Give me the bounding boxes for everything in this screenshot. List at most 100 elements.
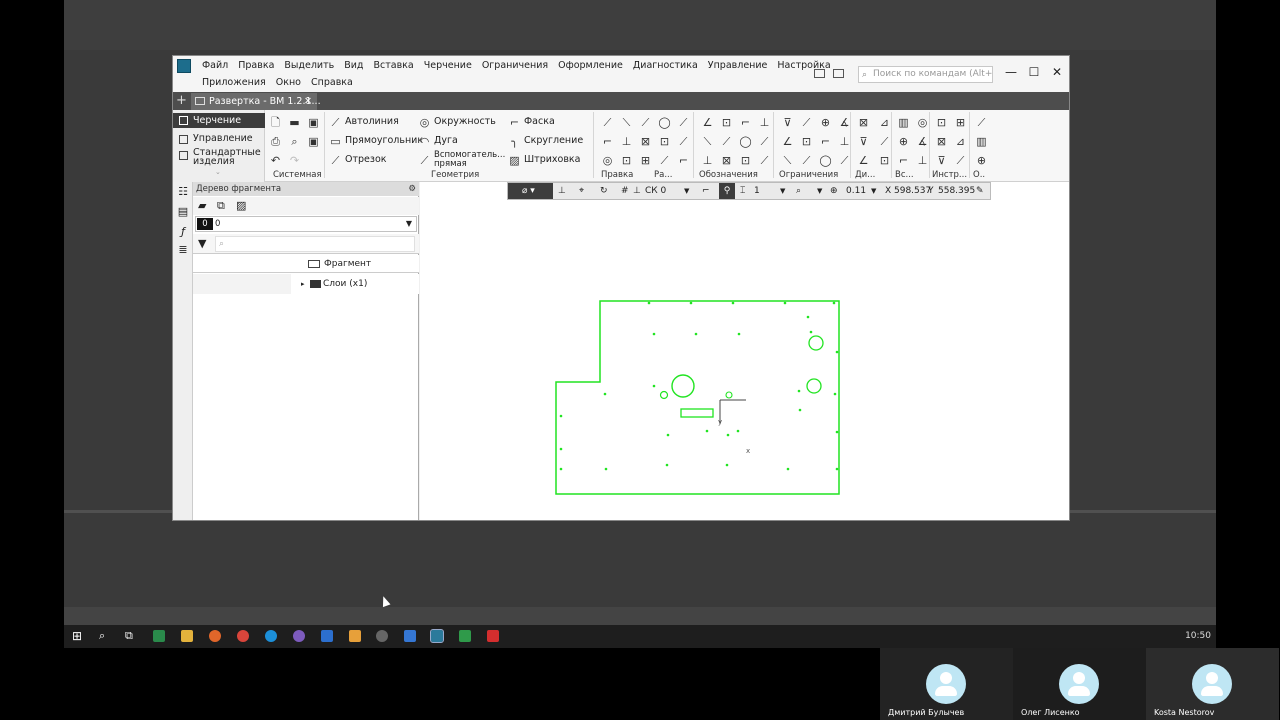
- print-icon[interactable]: ⎙: [269, 135, 282, 148]
- ribbon-tool-icon[interactable]: ⊞: [954, 116, 967, 129]
- ribbon-tool-icon[interactable]: ⟋: [601, 116, 614, 129]
- ribbon-tool-icon[interactable]: ⊞: [639, 154, 652, 167]
- arc-button[interactable]: Дуга: [434, 135, 458, 147]
- ribbon-tool-icon[interactable]: ⟋: [677, 135, 690, 148]
- gear-icon[interactable]: ⚙: [408, 182, 416, 196]
- ribbon-tool-icon[interactable]: ⊡: [878, 154, 891, 167]
- coordinate-system-select[interactable]: СК 0: [645, 183, 666, 199]
- circle-button[interactable]: Окружность: [434, 116, 496, 128]
- open-folder-icon[interactable]: ▬: [288, 116, 301, 129]
- rectangle-button[interactable]: Прямоугольник: [345, 135, 423, 147]
- ribbon-tool-icon[interactable]: ⊽: [781, 116, 794, 129]
- tree-root-node[interactable]: Фрагмент: [193, 255, 419, 273]
- ribbon-tool-icon[interactable]: ⟋: [800, 154, 813, 167]
- ribbon-tool-icon[interactable]: ⟋: [720, 135, 733, 148]
- expand-arrow-icon[interactable]: ▸: [301, 274, 305, 294]
- chrome-icon[interactable]: [237, 630, 249, 642]
- ribbon-tool-icon[interactable]: ⟋: [677, 116, 690, 129]
- tree-row-layers[interactable]: ▸ Слои (x1): [193, 274, 419, 294]
- media-app-icon[interactable]: [376, 630, 388, 642]
- screenshot-icon[interactable]: [833, 69, 844, 78]
- linestyle-select[interactable]: 1: [754, 183, 760, 199]
- save-icon[interactable]: ▣: [307, 116, 320, 129]
- ribbon-tool-icon[interactable]: ⟋: [758, 135, 771, 148]
- drawing-canvas[interactable]: ⌀ ▾ ⊥ ⌖ ↻ # ⊥ СК 0 ▼ ⌐ ⚲ ⌶ 1 ▼ ⌕ ▼ ⊕ 0.1…: [420, 182, 1069, 520]
- menu-edit[interactable]: Правка: [233, 57, 279, 75]
- ribbon-tool-icon[interactable]: ⊠: [639, 135, 652, 148]
- properties-icon[interactable]: ▤: [177, 206, 189, 218]
- ribbon-tool-icon[interactable]: ⊥: [620, 135, 633, 148]
- ribbon-tool-icon[interactable]: ⟋: [975, 116, 988, 129]
- variables-icon[interactable]: ƒ: [177, 226, 189, 238]
- ribbon-tool-icon[interactable]: ⊿: [878, 116, 891, 129]
- ribbon-tool-icon[interactable]: ⌐: [897, 154, 910, 167]
- menu-constraints[interactable]: Ограничения: [477, 57, 553, 75]
- ribbon-tool-icon[interactable]: ⟋: [800, 116, 813, 129]
- ribbon-tool-icon[interactable]: ∠: [857, 154, 870, 167]
- menu-apps[interactable]: Приложения: [197, 74, 271, 92]
- menu-view[interactable]: Вид: [339, 57, 368, 75]
- ribbon-tool-icon[interactable]: ⟋: [639, 116, 652, 129]
- tree-panel-icon[interactable]: ☷: [177, 186, 189, 198]
- file-explorer-icon[interactable]: [181, 630, 193, 642]
- redo-icon[interactable]: ↷: [288, 154, 301, 167]
- menu-file[interactable]: Файл: [197, 57, 233, 75]
- grid-icon[interactable]: #: [621, 183, 629, 199]
- menu-help[interactable]: Справка: [306, 74, 358, 92]
- ortho-icon[interactable]: ⌐: [702, 183, 710, 199]
- ribbon-tool-icon[interactable]: ⌐: [677, 154, 690, 167]
- zoom-value[interactable]: 0.11: [846, 183, 866, 199]
- undo-icon[interactable]: ↶: [269, 154, 282, 167]
- ribbon-tool-icon[interactable]: ⊕: [975, 154, 988, 167]
- menu-diagnostics[interactable]: Диагностика: [628, 57, 703, 75]
- segment-button[interactable]: Отрезок: [345, 154, 387, 166]
- windows-start-icon[interactable]: ⊞: [72, 630, 84, 642]
- new-document-icon[interactable]: 🗋: [269, 116, 282, 129]
- ribbon-tool-icon[interactable]: ⊠: [935, 135, 948, 148]
- ribbon-tool-icon[interactable]: ⊽: [857, 135, 870, 148]
- chamfer-button[interactable]: Фаска: [524, 116, 555, 128]
- filter-icon[interactable]: ▼: [198, 237, 206, 250]
- ribbon-tool-icon[interactable]: ⟋: [758, 154, 771, 167]
- zoom-window-icon[interactable]: ⌕: [796, 183, 801, 199]
- snap-icon[interactable]: ⊥: [558, 183, 566, 199]
- ribbon-tool-icon[interactable]: ⊡: [620, 154, 633, 167]
- eyedropper-icon[interactable]: ✎: [976, 183, 984, 199]
- ribbon-tool-icon[interactable]: ∠: [701, 116, 714, 129]
- document-app-icon[interactable]: [349, 630, 361, 642]
- calculator-app-icon[interactable]: [153, 630, 165, 642]
- kompas-taskbar-icon[interactable]: [430, 629, 444, 643]
- ribbon-tool-icon[interactable]: ⟋: [658, 154, 671, 167]
- menu-window[interactable]: Окно: [271, 74, 306, 92]
- aux-line-button[interactable]: Вспомогатель... прямая: [434, 151, 505, 169]
- ribbon-tool-icon[interactable]: ⟍: [620, 116, 633, 129]
- layers-list-icon[interactable]: ≣: [177, 244, 189, 256]
- rebuild-icon[interactable]: ↻: [600, 183, 608, 199]
- ribbon-tool-icon[interactable]: ⊡: [658, 135, 671, 148]
- ribbon-tool-icon[interactable]: ⊥: [701, 154, 714, 167]
- minimize-button[interactable]: —: [1004, 65, 1018, 79]
- participant-tile[interactable]: Дмитрий Булычев: [880, 648, 1013, 720]
- menu-settings[interactable]: Настройка: [772, 57, 835, 75]
- ribbon-tool-icon[interactable]: ⊕: [897, 135, 910, 148]
- layer-select[interactable]: 0 0 ▼: [195, 216, 417, 232]
- ribbon-tool-icon[interactable]: ⊡: [739, 154, 752, 167]
- mode-standard-parts[interactable]: Стандартные изделия: [173, 148, 265, 166]
- ribbon-tool-icon[interactable]: ⊥: [758, 116, 771, 129]
- ribbon-tool-icon[interactable]: ⊿: [954, 135, 967, 148]
- close-button[interactable]: ✕: [1050, 65, 1064, 79]
- ribbon-tool-icon[interactable]: ▥: [975, 135, 988, 148]
- preview-icon[interactable]: ⌕: [288, 135, 301, 148]
- ribbon-tool-icon[interactable]: ◯: [739, 135, 752, 148]
- tab-close-icon[interactable]: ✕: [304, 93, 312, 110]
- expand-chevron-icon[interactable]: ⌄: [215, 168, 221, 176]
- document-tab[interactable]: Развертка - ВМ 1.2.1... ✕: [191, 93, 321, 110]
- ribbon-tool-icon[interactable]: ⟋: [878, 135, 891, 148]
- menu-design[interactable]: Оформление: [553, 57, 628, 75]
- ribbon-tool-icon[interactable]: ◎: [601, 154, 614, 167]
- ribbon-tool-icon[interactable]: ◯: [658, 116, 671, 129]
- participant-tile[interactable]: Kosta Nestorov: [1146, 648, 1279, 720]
- menu-select[interactable]: Выделить: [279, 57, 339, 75]
- ribbon-tool-icon[interactable]: ◎: [916, 116, 929, 129]
- ribbon-tool-icon[interactable]: ◯: [819, 154, 832, 167]
